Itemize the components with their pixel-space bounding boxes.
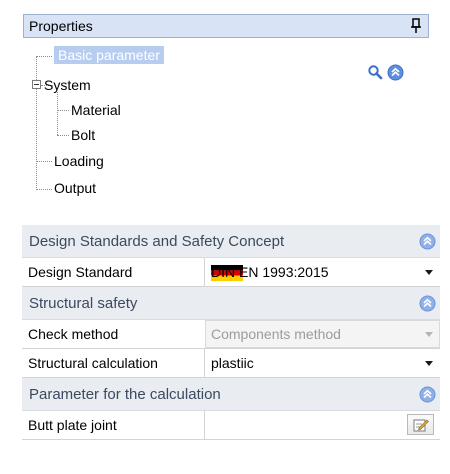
property-grid: Design Standards and Safety Concept Desi…: [22, 225, 440, 440]
property-name: Design Standard: [28, 264, 133, 280]
dropdown-arrow-icon[interactable]: [425, 270, 433, 275]
section-title: Parameter for the calculation: [29, 386, 221, 403]
design-standard-select[interactable]: DIN EN 1993:2015: [211, 258, 329, 286]
dropdown-arrow-icon[interactable]: [425, 361, 433, 366]
section-design-standards[interactable]: Design Standards and Safety Concept: [22, 225, 440, 258]
property-name: Check method: [28, 326, 119, 342]
collapse-up-icon[interactable]: [387, 64, 404, 81]
panel-title: Properties: [29, 18, 93, 34]
row-structural-calculation: Structural calculation plastiic: [22, 349, 440, 378]
tree-item-bolt[interactable]: Bolt: [71, 126, 95, 144]
dropdown-arrow-icon: [425, 332, 433, 337]
collapse-up-icon[interactable]: [419, 295, 436, 312]
structural-calculation-select[interactable]: plastiic: [211, 349, 254, 377]
row-design-standard: Design Standard DIN EN 1993:2015: [22, 258, 440, 287]
search-icon[interactable]: [367, 64, 383, 80]
tree-item-system[interactable]: System: [44, 76, 91, 94]
section-title: Design Standards and Safety Concept: [29, 233, 285, 250]
section-calculation-parameters[interactable]: Parameter for the calculation: [22, 378, 440, 411]
check-method-value: Components method: [211, 326, 341, 342]
navigation-tree: Basic parameter System Material Bolt Loa…: [26, 42, 426, 202]
property-name: Structural calculation: [28, 355, 158, 371]
row-check-method: Check method Components method: [22, 320, 440, 349]
edit-button[interactable]: [407, 414, 434, 435]
section-structural-safety[interactable]: Structural safety: [22, 287, 440, 320]
properties-panel-header: Properties: [23, 14, 429, 38]
tree-item-loading[interactable]: Loading: [54, 152, 104, 170]
property-name: Butt plate joint: [28, 417, 117, 433]
pin-icon[interactable]: [411, 18, 421, 34]
collapse-up-icon[interactable]: [419, 233, 436, 250]
tree-item-output[interactable]: Output: [54, 179, 96, 197]
row-butt-plate-joint: Butt plate joint: [22, 411, 440, 440]
collapse-up-icon[interactable]: [419, 386, 436, 403]
section-title: Structural safety: [29, 295, 138, 312]
edit-icon: [413, 419, 429, 432]
tree-collapse-toggle[interactable]: [32, 80, 41, 89]
tree-item-basic-parameter[interactable]: Basic parameter: [54, 46, 164, 64]
tree-item-material[interactable]: Material: [71, 101, 121, 119]
